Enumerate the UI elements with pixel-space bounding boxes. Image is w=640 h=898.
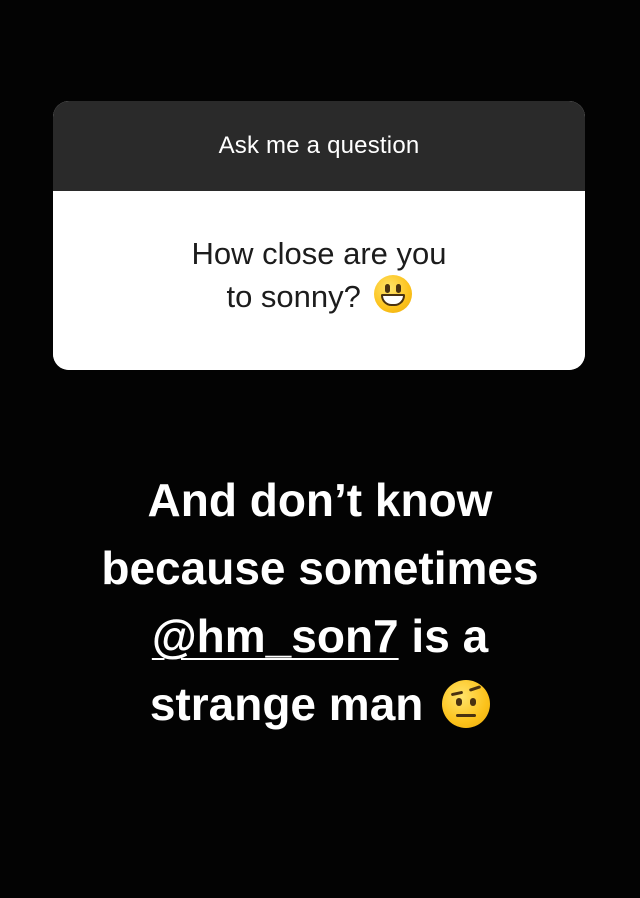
question-text-line-1: How close are you [191, 236, 447, 271]
caption-line-4: strange man [149, 678, 424, 730]
story-screen: Ask me a question How close are you to s… [0, 0, 640, 898]
caption-line-4-wrap: strange man [0, 670, 640, 738]
caption-line-3: @hm_son7 is a [0, 602, 640, 670]
question-sticker-header: Ask me a question [53, 101, 585, 191]
question-sticker[interactable]: Ask me a question How close are you to s… [53, 101, 585, 370]
question-sticker-body: How close are you to sonny? [53, 191, 585, 370]
question-text-line-2-wrap: to sonny? [226, 275, 412, 318]
caption-line-1: And don’t know [147, 474, 493, 526]
caption-line-3-rest: is a [411, 610, 489, 662]
grinning-face-icon [373, 275, 412, 313]
question-text-line-2: to sonny? [226, 279, 361, 314]
user-mention-link[interactable]: @hm_son7 [152, 610, 399, 662]
raised-eyebrow-face-icon [442, 680, 491, 728]
story-caption: And don’t know because sometimes @hm_son… [0, 466, 640, 738]
caption-line-2: because sometimes [101, 542, 539, 594]
